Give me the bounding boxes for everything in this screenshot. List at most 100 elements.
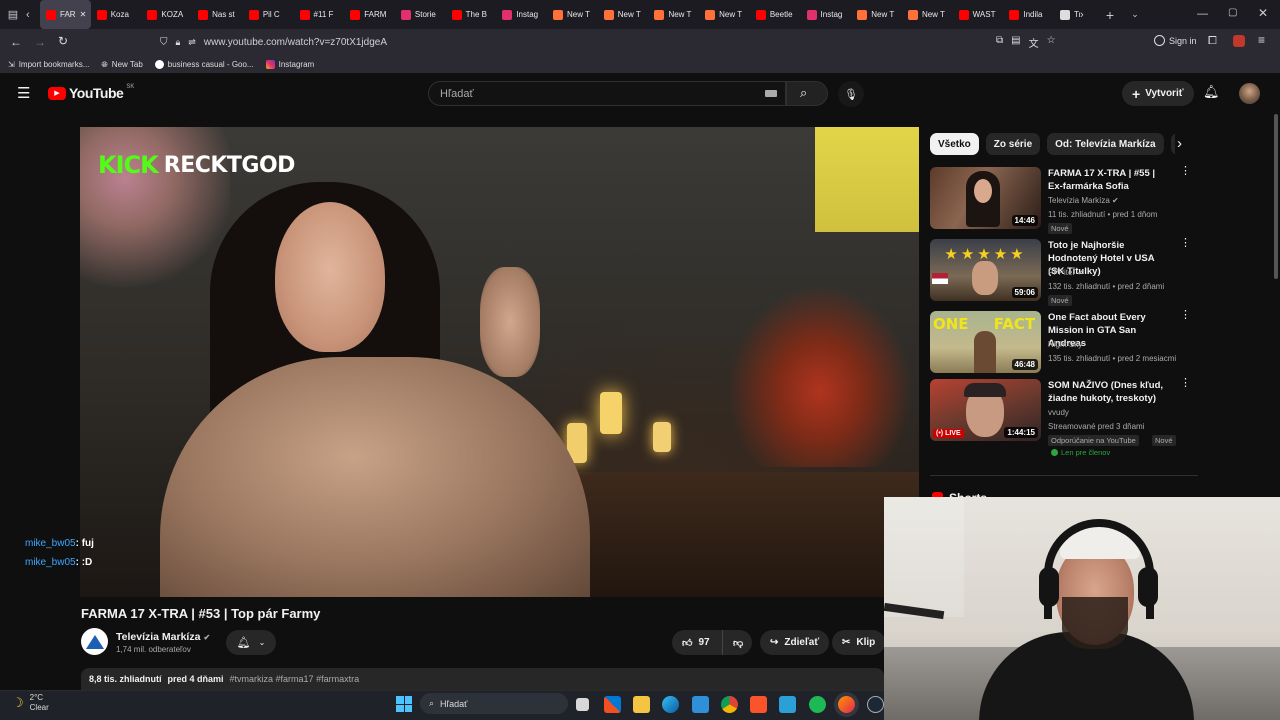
browser-tab[interactable]: Beetle: [750, 0, 801, 29]
browser-tab[interactable]: Tr: [1054, 0, 1080, 29]
tabs-scroll-right-icon[interactable]: ›: [1080, 9, 1098, 21]
bookmark-business-casual[interactable]: business casual - Goo...: [154, 60, 254, 69]
photos-icon[interactable]: [692, 696, 709, 713]
browser-tab[interactable]: FAR ✕: [40, 0, 91, 29]
recommendation-channel[interactable]: vvudy: [1048, 408, 1069, 417]
forward-icon[interactable]: →: [34, 35, 46, 49]
browser-tab[interactable]: New T: [851, 0, 902, 29]
voice-search-button[interactable]: 🎙︎: [838, 81, 864, 107]
browser-tab[interactable]: KOZA: [141, 0, 192, 29]
recommendation-channel[interactable]: Televízia Markíza ✔: [1048, 196, 1119, 205]
chrome-icon[interactable]: [721, 696, 738, 713]
edge-icon[interactable]: [662, 696, 679, 713]
reload-icon[interactable]: ↻: [58, 34, 68, 48]
extensions-icon[interactable]: ⧠: [1208, 35, 1217, 48]
taskbar-search[interactable]: ⌕ Hľadať: [420, 693, 568, 714]
maximize-button[interactable]: ▢: [1228, 7, 1237, 18]
new-tab-button[interactable]: +: [1098, 7, 1122, 23]
bookmark-instagram[interactable]: Instagram: [265, 60, 314, 69]
recommendation-title[interactable]: FARMA 17 X-TRA | #55 | Ex-farmárka Sofia: [1048, 167, 1172, 193]
browser-tab[interactable]: Indila: [1003, 0, 1054, 29]
chip-more[interactable]: Pr: [1170, 133, 1175, 155]
channel-avatar[interactable]: [81, 628, 108, 655]
bookmark-new-tab[interactable]: 🌐︎ New Tab: [101, 60, 142, 70]
share-button[interactable]: ↪ Zdieľať: [760, 630, 830, 655]
tabs-scroll-left-icon[interactable]: ‹: [26, 9, 40, 21]
browser-tab[interactable]: Instag: [801, 0, 852, 29]
bookmark-star-icon[interactable]: ☆: [1047, 35, 1056, 50]
recommendation-title[interactable]: SOM NAŽIVO (Dnes kľud, žiadne hukoty, tr…: [1048, 379, 1172, 405]
browser-tab[interactable]: New T: [902, 0, 953, 29]
recommendation-channel[interactable]: PPPiter ✔: [1048, 268, 1084, 277]
browser-tab[interactable]: Instag: [496, 0, 547, 29]
browser-tab[interactable]: New T: [699, 0, 750, 29]
notifications-bell-icon[interactable]: 🔔︎: [1203, 84, 1220, 100]
page-scrollbar[interactable]: [1274, 114, 1278, 279]
video-thumbnail[interactable]: (•) LIVE 1:44:15: [930, 379, 1041, 441]
tracking-shield-icon[interactable]: ⛉: [160, 37, 168, 48]
recommendation-item[interactable]: (•) LIVE 1:44:15 SOM NAŽIVO (Dnes kľud, …: [930, 378, 1191, 461]
more-options-icon[interactable]: ⋮: [1180, 166, 1191, 177]
description-box[interactable]: 8,8 tis. zhliadnutí pred 4 dňami #tvmark…: [81, 668, 884, 690]
picture-in-picture-icon[interactable]: ⧉: [996, 35, 1003, 50]
permissions-icon[interactable]: ⇌: [188, 37, 196, 48]
extension-badge-icon[interactable]: [1233, 35, 1245, 47]
search-input[interactable]: Hľadať: [428, 81, 786, 106]
avatar[interactable]: [1239, 83, 1260, 104]
close-tab-icon[interactable]: ✕: [80, 10, 87, 19]
spotify-icon[interactable]: [809, 696, 826, 713]
more-options-icon[interactable]: ⋮: [1180, 238, 1191, 249]
brave-icon[interactable]: [750, 696, 767, 713]
browser-tab[interactable]: Koza: [91, 0, 142, 29]
browser-tab[interactable]: The B: [446, 0, 497, 29]
recommendation-channel[interactable]: Night Sky: [1048, 340, 1082, 349]
steam-icon[interactable]: [867, 696, 884, 713]
video-thumbnail[interactable]: ONE FACT 46:48: [930, 311, 1041, 373]
youtube-logo[interactable]: ▶ YouTube SK: [48, 84, 134, 101]
dislike-button[interactable]: 👎︎: [722, 630, 752, 655]
recommendation-item[interactable]: ONE FACT 46:48 One Fact about Every Miss…: [930, 310, 1191, 377]
bookmark-import[interactable]: ⇲ Import bookmarks...: [8, 60, 89, 69]
microsoft-store-icon[interactable]: [604, 696, 621, 713]
chip-series[interactable]: Zo série: [985, 133, 1041, 155]
browser-tab[interactable]: WAST: [953, 0, 1004, 29]
notepad-icon[interactable]: [779, 696, 796, 713]
tab-list-icon[interactable]: ▤: [0, 0, 26, 29]
browser-tab[interactable]: New T: [598, 0, 649, 29]
task-view-icon[interactable]: [576, 698, 589, 711]
chip-all[interactable]: Všetko: [930, 133, 979, 155]
url-text[interactable]: www.youtube.com/watch?v=z70tX1jdgeA: [204, 37, 387, 48]
chip-from-channel[interactable]: Od: Televízia Markíza: [1047, 133, 1164, 155]
back-icon[interactable]: ←: [10, 35, 22, 49]
url-bar[interactable]: ⛉ 🔒︎ ⇌ www.youtube.com/watch?v=z70tX1jdg…: [150, 33, 1070, 52]
menu-icon[interactable]: ≡: [1258, 33, 1265, 47]
sign-in-button[interactable]: Sign in: [1154, 35, 1197, 46]
keyboard-icon[interactable]: [765, 90, 777, 97]
browser-tab[interactable]: Nas st: [192, 0, 243, 29]
start-button[interactable]: [396, 696, 412, 712]
more-options-icon[interactable]: ⋮: [1180, 310, 1191, 321]
reader-view-icon[interactable]: ▤: [1011, 35, 1020, 50]
hamburger-menu-icon[interactable]: ☰: [17, 84, 30, 102]
video-player[interactable]: KICK RECKTGOD: [80, 127, 919, 597]
translate-icon[interactable]: 文: [1029, 35, 1039, 50]
recommendation-item[interactable]: 14:46 FARMA 17 X-TRA | #55 | Ex-farmárka…: [930, 166, 1191, 234]
video-thumbnail[interactable]: 14:46: [930, 167, 1041, 229]
file-explorer-icon[interactable]: [633, 696, 650, 713]
weather-widget[interactable]: ☽ 2°C Clear: [12, 693, 49, 713]
more-options-icon[interactable]: ⋮: [1180, 378, 1191, 389]
browser-tab[interactable]: Storie: [395, 0, 446, 29]
video-thumbnail[interactable]: ★★★★★ 59:06: [930, 239, 1041, 301]
minimize-button[interactable]: —: [1197, 8, 1208, 20]
chips-next-icon[interactable]: ›: [1177, 135, 1182, 152]
create-button[interactable]: + Vytvoriť: [1122, 81, 1194, 106]
firefox-icon[interactable]: [838, 696, 855, 713]
browser-tab[interactable]: Pil C: [243, 0, 294, 29]
close-window-button[interactable]: ✕: [1258, 6, 1268, 20]
like-button[interactable]: 👍︎ 97: [672, 630, 722, 655]
clip-button[interactable]: ✂ Klip: [832, 630, 886, 655]
subscribe-bell-button[interactable]: 🔔︎ ⌄: [226, 630, 276, 655]
tab-list-dropdown-icon[interactable]: ⌄: [1122, 9, 1148, 20]
browser-tab[interactable]: New T: [648, 0, 699, 29]
channel-name[interactable]: Televízia Markíza ✔: [116, 631, 210, 643]
